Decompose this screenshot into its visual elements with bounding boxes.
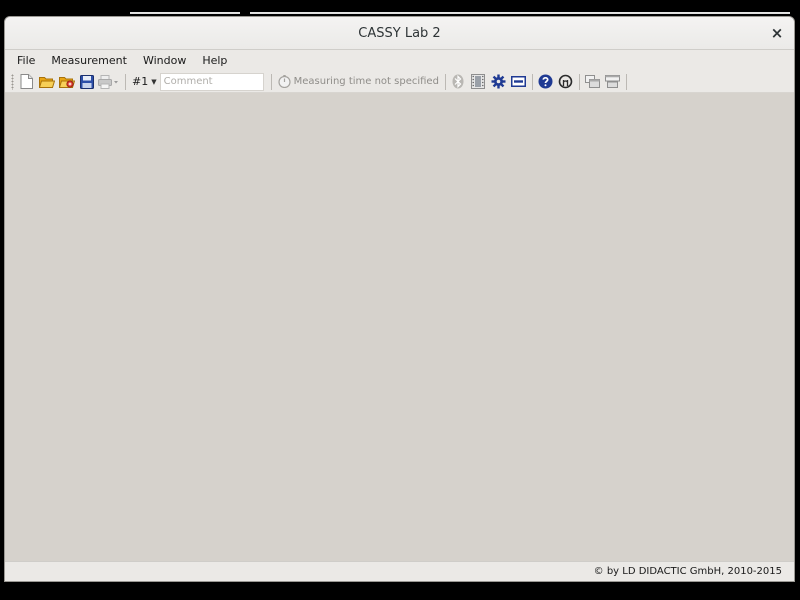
help-icon [538, 74, 553, 89]
update-icon [558, 74, 573, 89]
toolbar: #1 ▼ Measuring time not specified [5, 71, 794, 93]
toolbar-separator [270, 73, 272, 90]
window-layout-button[interactable] [583, 72, 602, 91]
window-split-icon [604, 75, 620, 88]
background-window-edge [130, 12, 240, 14]
film-button[interactable] [469, 72, 488, 91]
settings-button[interactable] [489, 72, 508, 91]
toolbar-separator [125, 73, 126, 90]
gear-icon [491, 74, 506, 89]
save-button[interactable] [77, 72, 96, 91]
toolbar-separator [625, 73, 627, 90]
window-split-button[interactable] [603, 72, 622, 91]
stopwatch-icon [278, 75, 291, 88]
measurement-select-value: #1 [132, 75, 149, 88]
display-icon [510, 76, 526, 87]
display-button[interactable] [509, 72, 528, 91]
toolbar-separator [444, 73, 446, 90]
title-bar[interactable]: CASSY Lab 2 × [5, 17, 794, 50]
toolbar-separator [531, 73, 533, 90]
bluetooth-icon [452, 74, 464, 89]
chevron-down-icon: ▼ [151, 77, 157, 86]
measuring-time-label: Measuring time not specified [293, 76, 439, 87]
open-example-button[interactable] [57, 72, 76, 91]
measuring-time-button[interactable]: Measuring time not specified [275, 72, 442, 91]
menu-measurement[interactable]: Measurement [43, 50, 135, 71]
new-button[interactable] [17, 72, 36, 91]
background-window-edge [250, 12, 790, 14]
measurement-select[interactable]: #1 ▼ [129, 72, 160, 91]
status-bar: © by LD DIDACTIC GmbH, 2010-2015 [5, 561, 794, 581]
menu-help[interactable]: Help [194, 50, 235, 71]
comment-input[interactable] [159, 72, 264, 91]
print-icon [98, 74, 118, 89]
workspace-area[interactable] [5, 93, 794, 561]
open-button[interactable] [37, 72, 56, 91]
update-button[interactable] [556, 72, 575, 91]
close-button[interactable]: × [768, 24, 786, 42]
save-icon [79, 74, 94, 89]
toolbar-separator [578, 73, 580, 90]
open-folder-icon [38, 76, 55, 88]
help-button[interactable] [536, 72, 555, 91]
copyright-text: © by LD DIDACTIC GmbH, 2010-2015 [593, 566, 782, 577]
film-strip-icon [471, 74, 486, 89]
menu-bar: File Measurement Window Help [5, 50, 794, 71]
app-window: CASSY Lab 2 × File Measurement Window He… [4, 16, 795, 582]
desktop-background [0, 0, 800, 14]
menu-file[interactable]: File [5, 50, 43, 71]
menu-window[interactable]: Window [135, 50, 194, 71]
open-example-icon [58, 76, 75, 88]
new-document-icon [20, 74, 33, 89]
toolbar-grip[interactable] [11, 73, 14, 90]
window-title: CASSY Lab 2 [358, 26, 441, 41]
window-layout-icon [584, 75, 600, 88]
bluetooth-button[interactable] [449, 72, 468, 91]
print-button[interactable] [97, 72, 121, 91]
